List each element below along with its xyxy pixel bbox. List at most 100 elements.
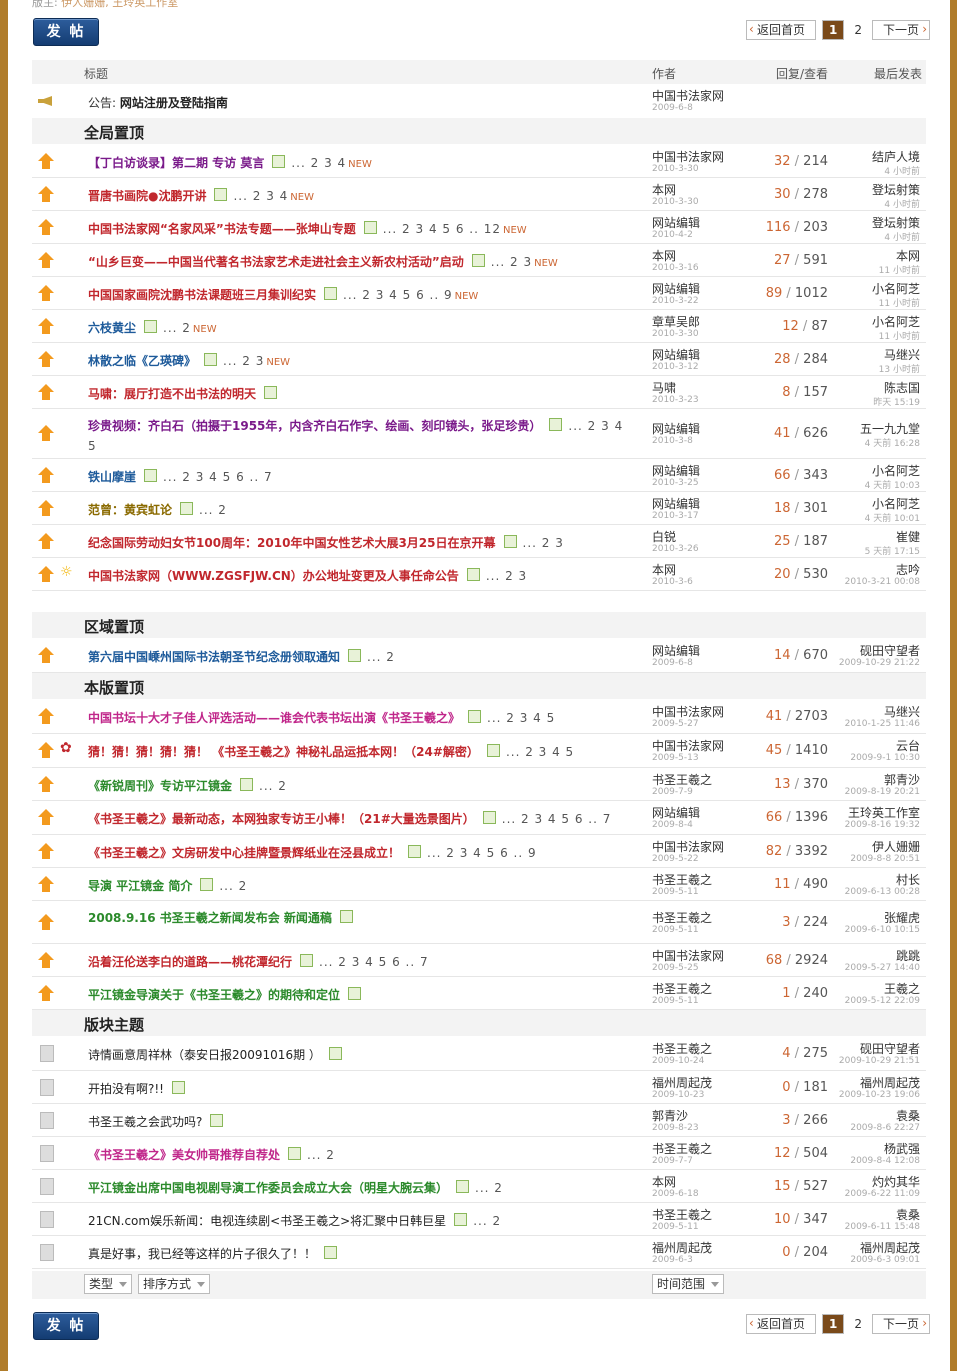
last-post-time[interactable]: 4 小时前: [872, 197, 920, 210]
thread-pages-links[interactable]: ... 2: [163, 321, 191, 335]
last-poster-link[interactable]: 陈志国: [884, 381, 920, 395]
last-poster-link[interactable]: 云台: [896, 739, 920, 753]
thread-title-link[interactable]: 《书圣王羲之》美女帅哥推荐自荐处: [88, 1148, 280, 1162]
author-link[interactable]: 书圣王羲之: [652, 1208, 712, 1222]
last-post-time[interactable]: 11 小时前: [872, 296, 920, 309]
thread-pages-links[interactable]: ... 2: [259, 779, 287, 793]
last-post-time[interactable]: 4 小时前: [872, 164, 920, 177]
thread-pages-links[interactable]: ... 2 3 4: [291, 156, 346, 170]
last-post-time[interactable]: 2009-6-10 10:15: [845, 925, 920, 935]
thread-pages-links[interactable]: ... 2 3 4 5 6 .. 12: [383, 222, 501, 236]
thread-pages-links[interactable]: ... 2 3 4: [233, 189, 288, 203]
last-poster-link[interactable]: 本网: [896, 249, 920, 263]
last-post-time[interactable]: 4 天前 16:28: [860, 436, 920, 449]
author-link[interactable]: 书圣王羲之: [652, 1042, 712, 1056]
last-post-time[interactable]: 4 小时前: [872, 230, 920, 243]
author-link[interactable]: 中国书法家网: [652, 89, 724, 103]
last-post-time[interactable]: 2010-1-25 11:46: [845, 719, 920, 729]
author-link[interactable]: 中国书法家网: [652, 705, 724, 719]
last-poster-link[interactable]: 福州周起茂: [860, 1241, 920, 1255]
thread-title-link[interactable]: 中国书坛十大才子佳人评选活动——谁会代表书坛出演《书圣王羲之》: [88, 711, 460, 725]
thread-title-link[interactable]: 范曾：黄宾虹论: [88, 503, 172, 517]
author-link[interactable]: 书圣王羲之: [652, 911, 712, 925]
time-range-select[interactable]: 时间范围: [652, 1274, 725, 1294]
last-post-time[interactable]: 2009-8-8 20:51: [850, 854, 920, 864]
thread-title-link[interactable]: 中国书法家网“名家风采”书法专题——张坤山专题: [88, 222, 356, 236]
last-post-time[interactable]: 2009-6-13 00:28: [845, 887, 920, 897]
author-link[interactable]: 本网: [652, 1175, 676, 1189]
thread-pages-links[interactable]: ... 2 3 4 5 6 .. 7: [163, 470, 273, 484]
author-link[interactable]: 福州周起茂: [652, 1076, 712, 1090]
thread-title-link[interactable]: “山乡巨变——中国当代著名书法家艺术走进社会主义新农村活动”启动: [88, 255, 464, 269]
last-poster-link[interactable]: 崔健: [896, 530, 920, 544]
last-post-time[interactable]: 13 小时前: [879, 362, 920, 375]
last-poster-link[interactable]: 村长: [896, 873, 920, 887]
last-post-time[interactable]: 2009-8-19 20:21: [845, 787, 920, 797]
author-link[interactable]: 马啸: [652, 381, 676, 395]
thread-title-link[interactable]: 导演 平江镜金 简介: [88, 879, 192, 893]
last-poster-link[interactable]: 小名阿芝: [872, 315, 920, 329]
thread-title-link[interactable]: 21CN.com娱乐新闻：电视连续剧<书圣王羲之>将汇聚中日韩巨星: [88, 1214, 446, 1228]
author-link[interactable]: 网站编辑: [652, 644, 700, 658]
thread-title-link[interactable]: 平江镜金导演关于《书圣王羲之》的期待和定位: [88, 988, 340, 1002]
author-link[interactable]: 书圣王羲之: [652, 1142, 712, 1156]
last-poster-link[interactable]: 王玲英工作室: [848, 806, 920, 820]
author-link[interactable]: 中国书法家网: [652, 739, 724, 753]
author-link[interactable]: 网站编辑: [652, 806, 700, 820]
thread-title-link[interactable]: 书圣王羲之会武功吗?: [88, 1115, 202, 1129]
moderator-links[interactable]: 伊人姗姗, 王玲英工作室: [61, 0, 178, 9]
thread-pages-links[interactable]: ... 2 3 4 5 6 .. 7: [319, 955, 429, 969]
thread-pages-links[interactable]: ... 2 3 4 5 6 .. 9: [427, 846, 537, 860]
last-poster-link[interactable]: 砚田守望者: [860, 644, 920, 658]
last-post-time[interactable]: 2009-8-16 19:32: [845, 820, 920, 830]
page-2-link[interactable]: 2: [850, 1316, 866, 1332]
author-link[interactable]: 白锐: [652, 530, 676, 544]
author-link[interactable]: 本网: [652, 563, 676, 577]
thread-pages-links[interactable]: ... 2 3: [523, 536, 564, 550]
back-home-button[interactable]: 返回首页: [746, 1314, 817, 1334]
author-link[interactable]: 郭青沙: [652, 1109, 688, 1123]
last-post-time[interactable]: 11 小时前: [872, 329, 920, 342]
thread-pages-links[interactable]: ... 2 3 4 5 6 .. 9: [343, 288, 453, 302]
last-poster-link[interactable]: 小名阿芝: [872, 497, 920, 511]
last-poster-link[interactable]: 登坛射策: [872, 183, 920, 197]
last-post-time[interactable]: 2009-6-22 11:09: [845, 1189, 920, 1199]
last-post-time[interactable]: 2009-6-11 15:48: [845, 1222, 920, 1232]
author-link[interactable]: 中国书法家网: [652, 949, 724, 963]
thread-pages-links[interactable]: ... 2 3: [223, 354, 264, 368]
thread-title-link[interactable]: 晋唐书画院●沈鹏开讲: [88, 189, 206, 203]
author-link[interactable]: 网站编辑: [652, 216, 700, 230]
thread-title-link[interactable]: 林散之临《乙瑛碑》: [88, 354, 196, 368]
thread-title-link[interactable]: 开拍没有啊?!!: [88, 1082, 164, 1096]
author-link[interactable]: 网站编辑: [652, 422, 700, 436]
announcement-link[interactable]: 网站注册及登陆指南: [120, 96, 228, 110]
thread-pages-links[interactable]: ... 2: [219, 879, 247, 893]
author-link[interactable]: 网站编辑: [652, 282, 700, 296]
thread-pages-links[interactable]: ... 2 3 4 5: [487, 711, 555, 725]
thread-title-link[interactable]: 【丁白访谈录】第二期 专访 莫言: [88, 156, 264, 170]
last-poster-link[interactable]: 杨武强: [884, 1142, 920, 1156]
last-post-time[interactable]: 2009-10-23 19:06: [839, 1090, 920, 1100]
post-button-bottom[interactable]: 发 帖: [33, 1312, 99, 1340]
last-poster-link[interactable]: 马继兴: [884, 705, 920, 719]
last-post-time[interactable]: 4 天前 10:03: [865, 478, 920, 491]
thread-pages-links[interactable]: ... 2: [475, 1181, 503, 1195]
author-link[interactable]: 中国书法家网: [652, 150, 724, 164]
last-poster-link[interactable]: 袁桑: [896, 1208, 920, 1222]
thread-pages-links[interactable]: ... 2: [367, 650, 395, 664]
last-post-time[interactable]: 2009-10-29 21:22: [839, 658, 920, 668]
last-poster-link[interactable]: 马继兴: [884, 348, 920, 362]
thread-title-link[interactable]: 猜！猜！猜！猜！猜！ 《书圣王羲之》神秘礼品运抵本网！（24#解密）: [88, 745, 479, 759]
thread-title-link[interactable]: 铁山摩崖: [88, 470, 136, 484]
thread-title-link[interactable]: 真是好事，我已经等这样的片子很久了！！: [88, 1247, 316, 1261]
last-post-time[interactable]: 2009-8-4 12:08: [850, 1156, 920, 1166]
next-page-button[interactable]: 下一页: [872, 20, 931, 40]
thread-title-link[interactable]: 马啸：展厅打造不出书法的明天: [88, 387, 256, 401]
last-post-time[interactable]: 2009-10-29 21:51: [839, 1056, 920, 1066]
sort-select[interactable]: 排序方式: [138, 1274, 211, 1294]
author-link[interactable]: 网站编辑: [652, 464, 700, 478]
last-post-time[interactable]: 2009-5-12 22:09: [845, 996, 920, 1006]
last-poster-link[interactable]: 结庐人境: [872, 150, 920, 164]
thread-title-link[interactable]: 中国书法家网（WWW.ZGSFJW.CN）办公地址变更及人事任命公告: [88, 569, 459, 583]
thread-title-link[interactable]: 诗情画意周祥林（泰安日报20091016期 ）: [88, 1048, 321, 1062]
